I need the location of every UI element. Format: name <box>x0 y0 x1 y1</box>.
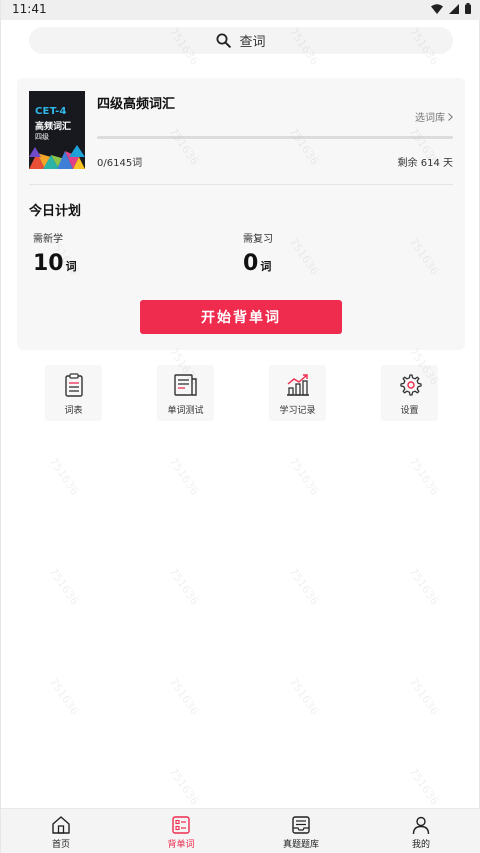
status-icons <box>431 3 471 14</box>
switch-library-button[interactable]: 选词库 <box>415 109 453 124</box>
watermark: 751636 <box>406 675 442 718</box>
tool-label: 词表 <box>64 406 83 416</box>
home-icon <box>52 816 70 834</box>
status-time: 11:41 <box>12 2 47 16</box>
nav-item-words[interactable]: 背单词 <box>121 809 241 853</box>
tool-label: 设置 <box>400 406 419 416</box>
nav-item-profile[interactable]: 我的 <box>361 809 480 853</box>
watermark: 751636 <box>166 565 202 608</box>
battery-icon <box>465 3 471 14</box>
chart-icon <box>286 374 309 396</box>
cover-badge: CET-4 <box>35 106 67 117</box>
switch-library-label: 选词库 <box>415 113 445 124</box>
new-words-value: 10 词 <box>33 251 77 276</box>
watermark: 751636 <box>406 455 442 498</box>
divider <box>29 184 453 185</box>
search-input[interactable]: 查词 <box>239 31 265 50</box>
test-icon <box>173 374 197 396</box>
watermark: 751636 <box>286 455 322 498</box>
plan-title: 今日计划 <box>29 204 82 219</box>
tool-study-record[interactable]: 学习记录 <box>269 365 326 421</box>
remaining-days: 剩余 614 天 <box>397 158 453 169</box>
new-words-block: 需新学 10 词 <box>33 230 77 276</box>
cover-title: 高频词汇 <box>35 122 72 132</box>
search-icon <box>216 33 232 48</box>
nav-label: 背单词 <box>167 840 195 850</box>
tool-label: 学习记录 <box>279 406 316 416</box>
review-words-label: 需复习 <box>243 234 273 245</box>
watermark: 751636 <box>166 765 202 808</box>
progress-bar <box>97 136 453 139</box>
nav-label: 首页 <box>51 840 70 850</box>
word-list-icon <box>64 373 83 397</box>
user-icon <box>412 816 430 835</box>
watermark: 751636 <box>286 675 322 718</box>
new-words-label: 需新学 <box>33 234 63 245</box>
progress-text: 0/6145词 <box>97 158 143 169</box>
question-bank-icon <box>292 816 310 834</box>
tool-settings[interactable]: 设置 <box>381 365 438 421</box>
gear-icon <box>399 374 422 396</box>
book-title: 四级高频词汇 <box>97 97 176 112</box>
tool-label: 单词测试 <box>167 406 204 416</box>
signal-icon <box>449 3 459 14</box>
study-card: CET-4 高频词汇 四级 四级高频词汇 选词库 0/6145词 剩余 614 … <box>17 78 465 350</box>
review-words-value: 0 词 <box>243 251 273 276</box>
watermark: 751636 <box>166 675 202 718</box>
nav-label: 我的 <box>411 840 430 850</box>
search-bar[interactable]: 查词 <box>29 27 453 54</box>
new-words-unit: 词 <box>65 260 77 273</box>
tool-word-test[interactable]: 单词测试 <box>157 365 214 421</box>
nav-item-question-bank[interactable]: 真题题库 <box>241 809 361 853</box>
watermark: 751636 <box>406 565 442 608</box>
status-bar: 11:41 <box>1 0 480 20</box>
watermark: 751636 <box>406 765 442 808</box>
start-study-button[interactable]: 开始背单词 <box>140 300 342 334</box>
bottom-nav: 首页 背单词 真题题库 我的 <box>1 808 480 853</box>
nav-item-home[interactable]: 首页 <box>1 809 121 853</box>
review-words-block: 需复习 0 词 <box>243 230 273 276</box>
watermark: 751636 <box>46 565 82 608</box>
watermark: 751636 <box>46 455 82 498</box>
book-cover[interactable]: CET-4 高频词汇 四级 <box>29 91 85 169</box>
chevron-right-icon <box>448 112 453 121</box>
tool-word-list[interactable]: 词表 <box>45 365 102 421</box>
watermark: 751636 <box>166 455 202 498</box>
watermark: 751636 <box>286 565 322 608</box>
review-words-count: 0 <box>243 251 259 276</box>
cover-art-icon <box>29 145 85 169</box>
wifi-icon <box>431 3 443 14</box>
nav-label: 真题题库 <box>282 840 319 850</box>
review-words-unit: 词 <box>260 260 272 273</box>
app-screen: 11:41 查词 CET-4 高频词汇 四级 四级高频词汇 选词库 0/6145… <box>0 0 480 853</box>
new-words-count: 10 <box>33 251 64 276</box>
flashcard-icon <box>172 816 190 834</box>
watermark: 751636 <box>46 675 82 718</box>
